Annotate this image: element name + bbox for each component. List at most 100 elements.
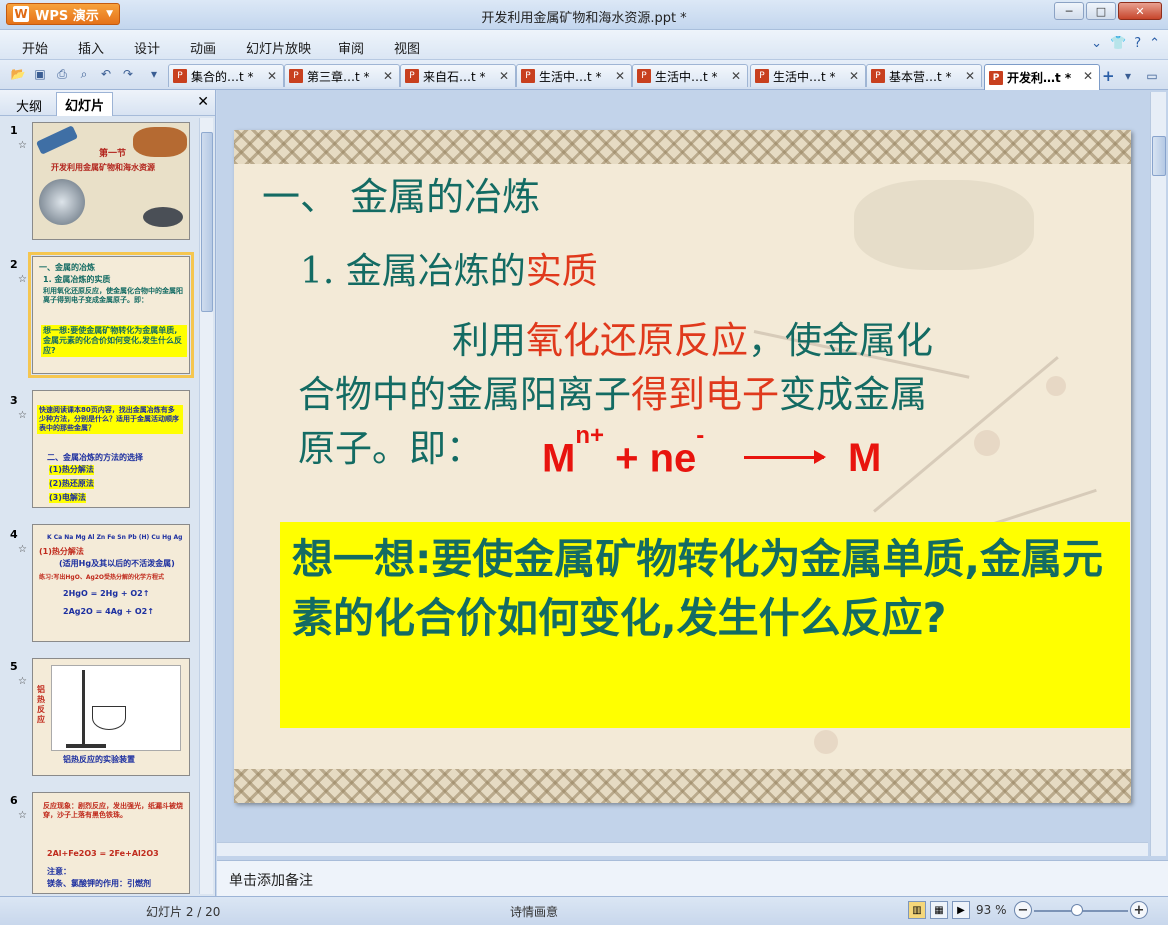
help-icon[interactable]: ? <box>1134 36 1141 51</box>
tab-outline[interactable]: 大纲 <box>8 94 50 117</box>
customize-toolbar-icon[interactable]: ▾ <box>146 66 162 82</box>
sphere-image <box>39 179 85 225</box>
animation-star-icon: ☆ <box>18 274 27 285</box>
decorative-brush-stroke <box>854 180 1034 270</box>
doc-tab-label: 生活中…t * <box>773 69 836 84</box>
zoom-slider-thumb[interactable] <box>1071 904 1083 916</box>
body-text: 合物中的金属阳离子 <box>298 373 631 416</box>
menu-animation[interactable]: 动画 <box>190 38 216 57</box>
thumb-text: 第一节 <box>99 149 127 159</box>
close-tab-icon[interactable]: ✕ <box>731 69 741 83</box>
close-tab-icon[interactable]: ✕ <box>849 69 859 83</box>
normal-view-icon[interactable]: ▥ <box>908 901 926 919</box>
slide-thumbnail[interactable]: 快速阅读课本80页内容，找出金属冶炼有多少种方法，分别是什么？适用于金属活动顺序… <box>32 390 190 508</box>
doc-tab[interactable]: P 生活中…t * ✕ <box>632 64 748 87</box>
close-tab-icon[interactable]: ✕ <box>383 69 393 83</box>
zoom-out-button[interactable]: − <box>1014 901 1032 919</box>
vertical-scrollbar[interactable] <box>1150 92 1166 856</box>
maximize-button[interactable]: □ <box>1086 2 1116 20</box>
animation-star-icon: ☆ <box>18 676 27 687</box>
animation-star-icon: ☆ <box>18 410 27 421</box>
print-preview-icon[interactable]: ⌕ <box>76 66 92 82</box>
doc-tab-label: 集合的…t * <box>191 69 254 84</box>
body-line: 合物中的金属阳离子得到电子变成金属 <box>298 368 1078 422</box>
doc-tab[interactable]: P 基本营…t * ✕ <box>866 64 982 87</box>
menu-slideshow[interactable]: 幻灯片放映 <box>246 38 311 57</box>
scrollbar-thumb[interactable] <box>1152 136 1166 176</box>
save-icon[interactable]: ▣ <box>32 66 48 82</box>
doc-tab[interactable]: P 第三章…t * ✕ <box>284 64 400 87</box>
equation-electrons: + ne <box>615 436 697 481</box>
ppt-file-icon: P <box>871 69 885 83</box>
slide-thumbnail-selected[interactable]: 一、金属的冶炼 1. 金属冶炼的实质 利用氧化还原反应，使金属化合物中的金属阳离… <box>28 252 194 378</box>
tab-slides[interactable]: 幻灯片 <box>56 92 114 116</box>
scrollbar-thumb[interactable] <box>201 132 213 312</box>
doc-tab-label: 开发利…t * <box>1007 71 1072 85</box>
slide-sorter-icon[interactable]: ▦ <box>930 901 948 919</box>
menu-bar: 开始 插入 设计 动画 幻灯片放映 审阅 视图 ⌄ 👕 ? ⌃ <box>0 30 1168 60</box>
slide-thumbnail[interactable]: 铝热反应 铝热反应的实验装置 <box>32 658 190 776</box>
print-icon[interactable]: ⎙ <box>54 66 70 82</box>
redo-icon[interactable]: ↷ <box>120 66 136 82</box>
horizontal-scrollbar[interactable] <box>217 842 1148 856</box>
thumb-text: 开发利用金属矿物和海水资源 <box>51 163 155 172</box>
doc-tab[interactable]: P 生活中…t * ✕ <box>516 64 632 87</box>
body-text: 利用 <box>452 319 526 362</box>
thumb-text: 铝热反应 <box>37 685 45 724</box>
menu-design[interactable]: 设计 <box>134 38 160 57</box>
doc-tab[interactable]: P 集合的…t * ✕ <box>168 64 284 87</box>
equation-product: M <box>848 436 882 480</box>
menu-view[interactable]: 视图 <box>394 38 420 57</box>
doc-tab[interactable]: P 生活中…t * ✕ <box>750 64 866 87</box>
slide-number: 6 <box>10 794 18 807</box>
slides-panel-scrollbar[interactable] <box>199 118 213 894</box>
theme-name[interactable]: 诗情画意 <box>510 903 558 920</box>
animation-star-icon: ☆ <box>18 140 27 151</box>
slide-heading-2[interactable]: 1. 金属冶炼的实质 <box>300 242 598 294</box>
slideshow-play-icon[interactable]: ▶ <box>952 901 970 919</box>
minimize-button[interactable]: ─ <box>1054 2 1084 20</box>
doc-tab[interactable]: P 来自石…t * ✕ <box>400 64 516 87</box>
close-tab-icon[interactable]: ✕ <box>1083 69 1093 83</box>
slide-heading-1[interactable]: 一、 金属的冶炼 <box>262 166 540 221</box>
menu-review[interactable]: 审阅 <box>338 38 364 57</box>
slide-number: 5 <box>10 660 18 673</box>
menu-insert[interactable]: 插入 <box>78 38 104 57</box>
thumb-text: (2)热还原法 <box>49 479 94 489</box>
close-tab-icon[interactable]: ✕ <box>267 69 277 83</box>
skin-icon[interactable]: 👕 <box>1110 36 1126 51</box>
collapse-ribbon-icon[interactable]: ⌄ <box>1091 36 1102 51</box>
slide-thumbnail[interactable]: 第一节 开发利用金属矿物和海水资源 <box>32 122 190 240</box>
close-tab-icon[interactable]: ✕ <box>965 69 975 83</box>
notes-placeholder[interactable]: 单击添加备注 <box>229 870 313 890</box>
slide-thumbnail[interactable]: 反应现象：剧烈反应，发出强光，纸漏斗被烧穿，沙子上落有黑色铁珠。 2Al+Fe2… <box>32 792 190 894</box>
zoom-in-button[interactable]: + <box>1130 901 1148 919</box>
status-bar: 幻灯片 2 / 20 诗情画意 ▥ ▦ ▶ 93 % − + <box>0 896 1168 925</box>
slide-canvas[interactable]: 一、 金属的冶炼 1. 金属冶炼的实质 利用氧化还原反应，使金属化 合物中的金属… <box>234 130 1131 803</box>
undo-icon[interactable]: ↶ <box>98 66 114 82</box>
close-window-button[interactable]: ✕ <box>1118 2 1162 20</box>
thumb-text: (1)热分解法 <box>39 547 84 556</box>
equation-electron-charge: - <box>696 422 705 449</box>
menu-start[interactable]: 开始 <box>22 38 48 57</box>
title-bar: W WPS 演示 ▼ 开发利用金属矿物和海水资源.ppt * ─ □ ✕ <box>0 0 1168 30</box>
close-panel-icon[interactable]: ✕ <box>197 94 209 110</box>
tab-restore-icon[interactable]: ▭ <box>1144 68 1160 84</box>
notes-pane[interactable]: 单击添加备注 <box>217 860 1168 896</box>
tab-list-chevron-icon[interactable]: ▾ <box>1120 68 1136 84</box>
heading-2-text: 1. 金属冶炼的 <box>300 251 526 292</box>
ribbon-toggle-icon[interactable]: ⌃ <box>1149 36 1160 51</box>
open-folder-icon[interactable]: 📂 <box>10 66 26 82</box>
doc-tab-active[interactable]: P 开发利…t * ✕ <box>984 64 1100 90</box>
thumb-text: 镁条、氯酸钾的作用：引燃剂 <box>47 879 151 888</box>
doc-tab-label: 生活中…t * <box>655 69 718 84</box>
close-tab-icon[interactable]: ✕ <box>499 69 509 83</box>
thumb-text: 注意： <box>47 867 71 876</box>
slide-thumbnail[interactable]: K Ca Na Mg Al Zn Fe Sn Pb (H) Cu Hg Ag (… <box>32 524 190 642</box>
apparatus-diagram <box>51 665 181 751</box>
close-tab-icon[interactable]: ✕ <box>615 69 625 83</box>
think-question-box[interactable]: 想一想:要使金属矿物转化为金属单质,金属元素的化合价如何变化,发生什么反应? <box>280 522 1130 728</box>
thumb-text: 反应现象：剧烈反应，发出强光，纸漏斗被烧穿，沙子上落有黑色铁珠。 <box>43 802 183 819</box>
new-tab-plus-icon[interactable]: + <box>1102 67 1115 85</box>
thumb-highlight-box: 想一想:要使金属矿物转化为金属单质,金属元素的化合价如何变化,发生什么反应? <box>41 325 187 357</box>
